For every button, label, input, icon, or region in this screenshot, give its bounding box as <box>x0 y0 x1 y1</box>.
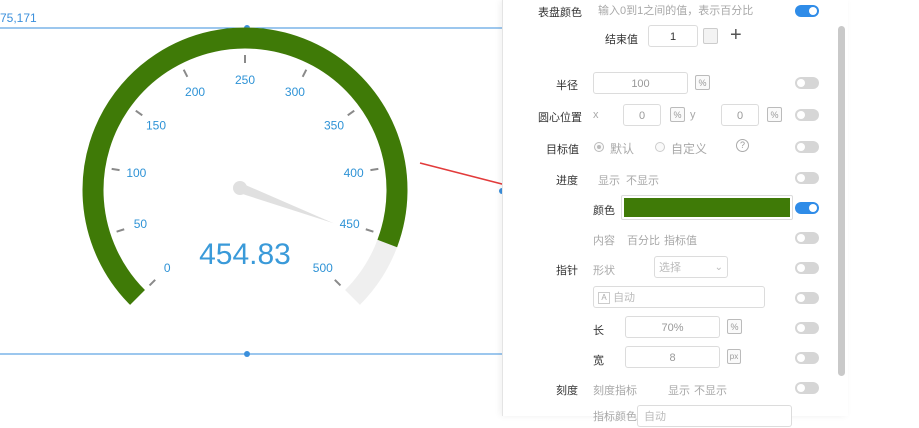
pointer-shape-select-value: 选择 <box>659 262 681 274</box>
pointer-length-toggle[interactable] <box>795 322 819 334</box>
target-default-label: 默认 <box>610 142 635 156</box>
pointer-width-label: 宽 <box>593 355 604 367</box>
coordinate-readout: 75,171 <box>0 11 37 25</box>
scale-metric-label: 刻度指标 <box>593 385 637 397</box>
dial-color-hint: 输入0到1之间的值，表示百分比 <box>598 5 754 17</box>
gauge-tick-label: 250 <box>235 73 255 87</box>
gauge-tick-label: 350 <box>324 118 344 132</box>
color-toggle[interactable] <box>795 202 819 214</box>
dial-color-label: 表盘颜色 <box>538 7 582 19</box>
progress-hide-option[interactable]: 不显示 <box>626 172 659 188</box>
gauge-tick-label: 50 <box>134 217 148 231</box>
scale-hide-option[interactable]: 不显示 <box>694 382 727 398</box>
gauge-tick-150 <box>135 109 143 117</box>
gauge-tick-350 <box>347 109 355 117</box>
scale-show-option[interactable]: 显示 <box>668 382 690 398</box>
dial-color-toggle[interactable] <box>795 5 819 17</box>
gauge-tick-label: 200 <box>185 85 205 99</box>
help-icon[interactable]: ? <box>736 139 749 152</box>
pointer-label: 指针 <box>556 265 578 277</box>
pointer-width-unit-button[interactable]: px <box>727 349 741 364</box>
content-percent-option[interactable]: 百分比 <box>627 232 660 248</box>
center-x-label: x <box>593 109 599 121</box>
content-label: 内容 <box>593 235 615 247</box>
pointer-shape-toggle[interactable] <box>795 262 819 274</box>
color-swatch <box>624 198 790 217</box>
center-position-label: 圆心位置 <box>538 112 582 124</box>
radius-label: 半径 <box>556 80 578 92</box>
pointer-length-label: 长 <box>593 325 604 337</box>
color-picker[interactable] <box>621 195 793 220</box>
pointer-width-toggle[interactable] <box>795 352 819 364</box>
gauge-tick-50 <box>116 228 125 233</box>
gauge-tick-400 <box>370 167 379 172</box>
target-custom-label: 自定义 <box>671 142 708 156</box>
center-y-input[interactable]: 0 <box>721 104 759 126</box>
gauge-tick-label: 450 <box>340 217 360 231</box>
target-custom-radio[interactable] <box>655 142 665 152</box>
gauge-tick-500 <box>334 279 342 287</box>
progress-toggle[interactable] <box>795 172 819 184</box>
gauge-needle <box>238 183 334 224</box>
center-x-unit-button[interactable]: % <box>670 107 685 122</box>
radius-input[interactable]: 100 <box>593 72 688 94</box>
pointer-width-input[interactable]: 8 <box>625 346 720 368</box>
color-label: 颜色 <box>593 205 615 217</box>
center-y-label: y <box>690 109 696 121</box>
content-target-option[interactable]: 指标值 <box>664 232 697 248</box>
gauge-tick-label: 150 <box>146 118 166 132</box>
gauge-tick-100 <box>111 167 120 172</box>
resize-handle-bottom[interactable] <box>244 351 250 357</box>
radius-toggle[interactable] <box>795 77 819 89</box>
gauge-tick-200 <box>182 69 189 78</box>
radius-unit-button[interactable]: % <box>695 75 710 90</box>
panel-scrollbar[interactable] <box>838 26 845 376</box>
center-x-input[interactable]: 0 <box>623 104 661 126</box>
pointer-shape-label: 形状 <box>593 265 615 277</box>
font-icon: A <box>598 292 610 305</box>
pointer-font-value: 自动 <box>613 292 636 304</box>
pointer-shape-select[interactable]: 选择 ⌄ <box>654 256 728 278</box>
scale-label: 刻度 <box>556 385 578 397</box>
target-value-toggle[interactable] <box>795 141 819 153</box>
pointer-font-toggle[interactable] <box>795 292 819 304</box>
center-position-toggle[interactable] <box>795 109 819 121</box>
pointer-length-unit-button[interactable]: % <box>727 319 742 334</box>
end-value-label: 结束值 <box>605 34 638 46</box>
gauge-tick-450 <box>365 228 374 233</box>
gauge-tick-label: 0 <box>164 261 171 275</box>
end-value-input[interactable]: 1 <box>648 25 698 47</box>
metric-color-label: 指标颜色 <box>593 411 637 423</box>
content-toggle[interactable] <box>795 232 819 244</box>
pointer-font-input[interactable]: A 自动 <box>593 286 765 308</box>
progress-show-option[interactable]: 显示 <box>598 172 620 188</box>
metric-color-value: 自动 <box>644 411 666 423</box>
add-button[interactable]: + <box>730 24 742 47</box>
gauge-value-text: 454.83 <box>199 238 291 271</box>
gauge-tick-label: 500 <box>313 261 333 275</box>
chevron-down-icon: ⌄ <box>714 262 723 273</box>
gauge-needle-hub <box>233 181 247 195</box>
target-default-radio[interactable] <box>594 142 604 152</box>
gauge-tick-300 <box>301 69 308 78</box>
metric-color-input[interactable]: 自动 <box>637 405 792 427</box>
scale-toggle[interactable] <box>795 382 819 394</box>
target-value-label: 目标值 <box>546 144 579 156</box>
gauge-chart[interactable]: 0 50 100 150 200 250 300 350 400 450 500 454.83 <box>82 27 408 305</box>
gauge-tick-0 <box>148 279 156 287</box>
progress-label: 进度 <box>556 175 578 187</box>
gauge-tick-label: 300 <box>285 85 305 99</box>
center-y-unit-button[interactable]: % <box>767 107 782 122</box>
end-value-color-swatch[interactable] <box>703 28 718 44</box>
gauge-tick-label: 400 <box>344 166 364 180</box>
pointer-length-input[interactable]: 70% <box>625 316 720 338</box>
gauge-tick-label: 100 <box>126 166 146 180</box>
